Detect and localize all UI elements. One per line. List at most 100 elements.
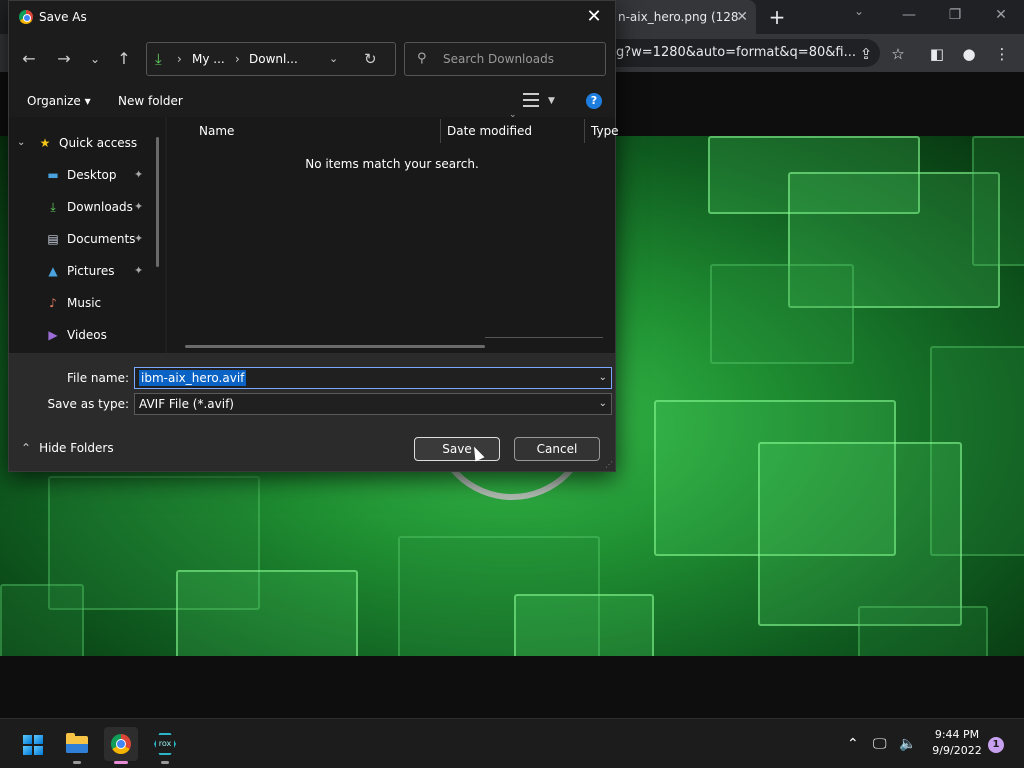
expand-chevron-icon[interactable]: ⌄: [17, 130, 25, 156]
address-breadcrumb[interactable]: ⤓ › My ... › Downl... ⌄ ↻: [146, 42, 396, 76]
address-dropdown-chevron-icon[interactable]: ⌄: [329, 43, 338, 75]
chevron-up-icon[interactable]: ⌃: [847, 736, 859, 752]
sidebar-item-label: Desktop: [67, 168, 117, 182]
view-dropdown-chevron-icon[interactable]: ▼: [548, 85, 555, 117]
sidebar-item-videos[interactable]: ▶ Videos: [9, 322, 157, 348]
recent-locations-chevron-icon[interactable]: ⌄: [83, 47, 107, 71]
column-header-date-modified[interactable]: Date modified: [447, 117, 532, 145]
organize-button[interactable]: Organize ▾: [27, 85, 91, 117]
file-name-dropdown-chevron-icon[interactable]: ⌄: [599, 368, 607, 388]
search-box[interactable]: ⚲: [404, 42, 606, 76]
save-as-type-value: AVIF File (*.avif): [139, 397, 234, 411]
navigation-pane: ⌄ ★ Quick access ▬ Desktop ✦ ⤓ Downloads…: [9, 117, 165, 353]
taskbar: rox ⌃ 🖵 🔈 9:44 PM 9/9/2022 1: [0, 718, 1024, 768]
pictures-icon: ▲: [48, 264, 58, 278]
up-arrow-icon[interactable]: ↑: [112, 47, 136, 71]
sidebar-item-pictures[interactable]: ▲ Pictures ✦: [9, 258, 157, 284]
save-as-type-chevron-icon[interactable]: ⌄: [599, 394, 607, 414]
horizontal-scrollbar[interactable]: [185, 345, 485, 348]
file-name-label: File name:: [67, 371, 129, 385]
help-icon[interactable]: ?: [586, 93, 602, 109]
window-close-button[interactable]: ✕: [986, 4, 1016, 26]
sidebar-item-quick-access[interactable]: ⌄ ★ Quick access: [9, 130, 157, 156]
file-explorer-taskbar-button[interactable]: [60, 727, 94, 764]
start-button[interactable]: [15, 727, 49, 761]
save-as-dialog: Save As ✕ ← → ⌄ ↑ ⤓ › My ... › Downl... …: [8, 0, 619, 472]
share-icon[interactable]: ⇪: [855, 43, 877, 65]
empty-results-message: No items match your search.: [305, 157, 479, 171]
sidebar-item-desktop[interactable]: ▬ Desktop ✦: [9, 162, 157, 188]
rox-app-icon: rox: [154, 733, 176, 755]
pin-icon: ✦: [134, 264, 144, 277]
file-name-field[interactable]: ibm-aix_hero.avif ⌄: [134, 367, 612, 389]
column-separator[interactable]: [584, 119, 585, 143]
chevron-up-icon: ⌃: [21, 441, 32, 455]
clock[interactable]: 9:44 PM 9/9/2022: [926, 727, 988, 759]
running-indicator: [161, 761, 169, 764]
tab-title: n-aix_hero.png (128: [618, 10, 739, 24]
network-icon[interactable]: 🖵: [873, 736, 887, 752]
column-header-type[interactable]: Type: [591, 117, 619, 145]
view-options-icon[interactable]: [523, 93, 539, 107]
pin-icon: ✦: [134, 232, 144, 245]
command-bar: Organize ▾ New folder ▼ ?: [9, 85, 615, 117]
document-icon: ▤: [47, 232, 59, 246]
profile-icon[interactable]: ●: [958, 43, 980, 65]
tab-close-icon[interactable]: ✕: [736, 0, 748, 34]
column-separator[interactable]: [440, 119, 441, 143]
star-icon: ★: [39, 136, 51, 150]
notification-badge[interactable]: 1: [988, 737, 1004, 753]
volume-icon[interactable]: 🔈: [899, 736, 916, 752]
cancel-button[interactable]: Cancel: [514, 437, 600, 461]
download-icon: ⤓: [50, 200, 56, 214]
side-panel-icon[interactable]: ◧: [926, 43, 948, 65]
hide-folders-button[interactable]: ⌃ Hide Folders: [21, 441, 114, 455]
search-input[interactable]: [443, 44, 601, 74]
dialog-titlebar[interactable]: Save As ✕: [9, 1, 615, 33]
dialog-title: Save As: [39, 10, 87, 24]
tab-search-chevron-icon[interactable]: ⌄: [854, 4, 864, 18]
file-list-pane: Name ⌄ Date modified Type No items match…: [167, 110, 619, 353]
bookmark-star-icon[interactable]: ☆: [887, 43, 909, 65]
sidebar-item-documents[interactable]: ▤ Documents ✦: [9, 226, 157, 252]
dialog-navbar: ← → ⌄ ↑ ⤓ › My ... › Downl... ⌄ ↻ ⚲: [9, 33, 615, 85]
sidebar-item-music[interactable]: ♪ Music: [9, 290, 157, 316]
new-tab-button[interactable]: +: [766, 2, 788, 32]
breadcrumb-my[interactable]: My ...: [192, 43, 225, 75]
folder-icon: [66, 733, 88, 753]
save-options-panel: File name: ibm-aix_hero.avif ⌄ Save as t…: [9, 353, 615, 471]
windows-logo-icon: [23, 735, 43, 755]
sidebar-item-label: Music: [67, 296, 102, 310]
restore-button[interactable]: ❐: [940, 4, 970, 26]
column-header-name[interactable]: Name: [199, 117, 234, 145]
desktop-icon: ▬: [47, 168, 59, 182]
back-arrow-icon[interactable]: ←: [17, 47, 41, 71]
rox-taskbar-button[interactable]: rox: [148, 727, 182, 764]
hide-folders-label: Hide Folders: [39, 441, 114, 455]
clock-date: 9/9/2022: [932, 744, 982, 757]
sidebar-item-label: Downloads: [67, 200, 133, 214]
file-name-value[interactable]: ibm-aix_hero.avif: [139, 370, 247, 386]
sidebar-item-label: Quick access: [59, 136, 138, 150]
forward-arrow-icon[interactable]: →: [52, 47, 76, 71]
browser-tab[interactable]: n-aix_hero.png (128 ✕: [608, 0, 756, 34]
sidebar-item-downloads[interactable]: ⤓ Downloads ✦: [9, 194, 157, 220]
save-as-type-select[interactable]: AVIF File (*.avif) ⌄: [134, 393, 612, 415]
minimize-button[interactable]: —: [894, 4, 924, 26]
breadcrumb-downloads[interactable]: Downl...: [249, 43, 298, 75]
save-button[interactable]: Save: [414, 437, 500, 461]
new-folder-button[interactable]: New folder: [118, 85, 183, 117]
sidebar-scrollbar[interactable]: [156, 137, 159, 267]
dialog-close-button[interactable]: ✕: [581, 4, 607, 30]
pin-icon: ✦: [134, 200, 144, 213]
active-indicator: [114, 761, 128, 764]
refresh-icon[interactable]: ↻: [364, 43, 377, 75]
running-indicator: [73, 761, 81, 764]
sidebar-item-label: Videos: [67, 328, 107, 342]
breadcrumb-separator: ›: [177, 52, 182, 66]
resize-grip-icon[interactable]: ⋰: [605, 460, 613, 469]
chrome-taskbar-button[interactable]: [104, 727, 138, 764]
pin-icon: ✦: [134, 168, 144, 181]
sidebar-item-label: Documents: [67, 232, 136, 246]
menu-kebab-icon[interactable]: ⋮: [991, 43, 1013, 65]
